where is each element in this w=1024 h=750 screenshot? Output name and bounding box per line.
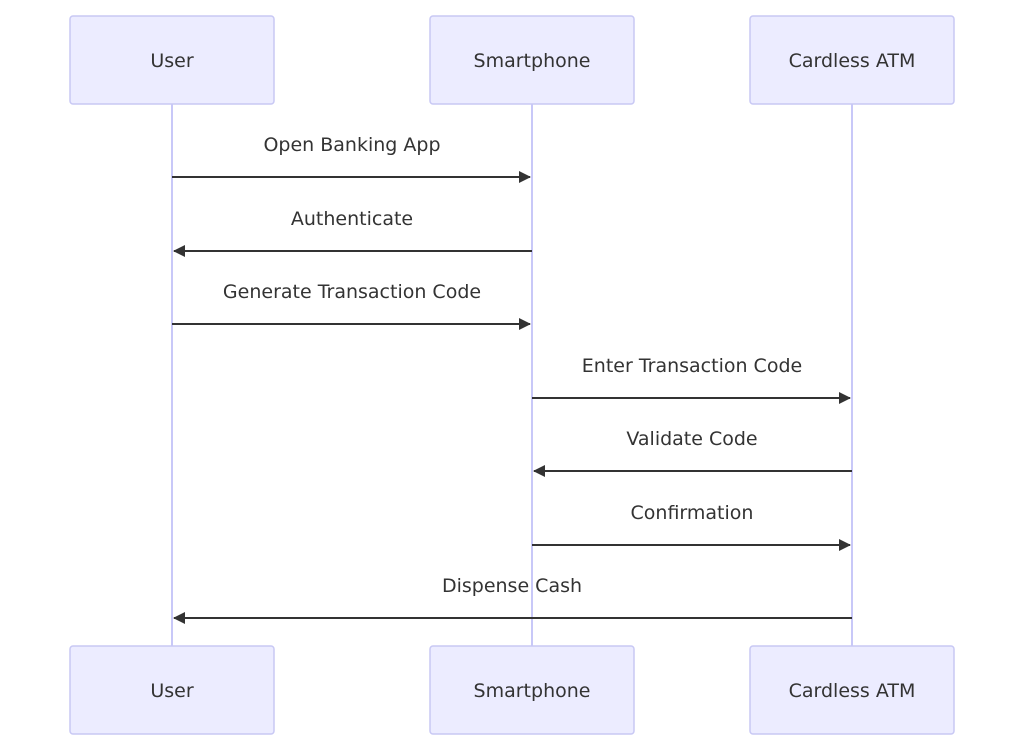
- message-label: Generate Transaction Code: [223, 281, 481, 303]
- actor-label: Cardless ATM: [789, 680, 916, 702]
- message-5: Validate Code: [533, 428, 852, 477]
- message-3: Generate Transaction Code: [172, 281, 531, 330]
- actor-atm-top: Cardless ATM: [749, 15, 955, 105]
- message-7: Dispense Cash: [173, 575, 852, 624]
- message-label: Enter Transaction Code: [582, 355, 802, 377]
- actor-user-top: User: [69, 15, 275, 105]
- sequence-diagram: User User Smartphone Smartphone Cardless ATM…: [69, 15, 955, 735]
- message-2: Authenticate: [173, 208, 532, 257]
- actor-user-bottom: User: [69, 645, 275, 735]
- actor-atm-bottom: Cardless ATM: [749, 645, 955, 735]
- message-label: Confirmation: [631, 502, 754, 524]
- actor-phone-bottom: Smartphone: [429, 645, 635, 735]
- actor-label: Smartphone: [474, 50, 591, 72]
- actor-phone-top: Smartphone: [429, 15, 635, 105]
- message-6: Confirmation: [532, 502, 851, 551]
- message-4: Enter Transaction Code: [532, 355, 851, 404]
- message-label: Open Banking App: [263, 134, 440, 156]
- message-label: Validate Code: [626, 428, 757, 450]
- actor-label: Smartphone: [474, 680, 591, 702]
- message-label: Dispense Cash: [442, 575, 582, 597]
- message-1: Open Banking App: [172, 134, 531, 183]
- actor-label: User: [150, 680, 193, 702]
- actor-label: Cardless ATM: [789, 50, 916, 72]
- actor-label: User: [150, 50, 193, 72]
- message-label: Authenticate: [291, 208, 413, 230]
